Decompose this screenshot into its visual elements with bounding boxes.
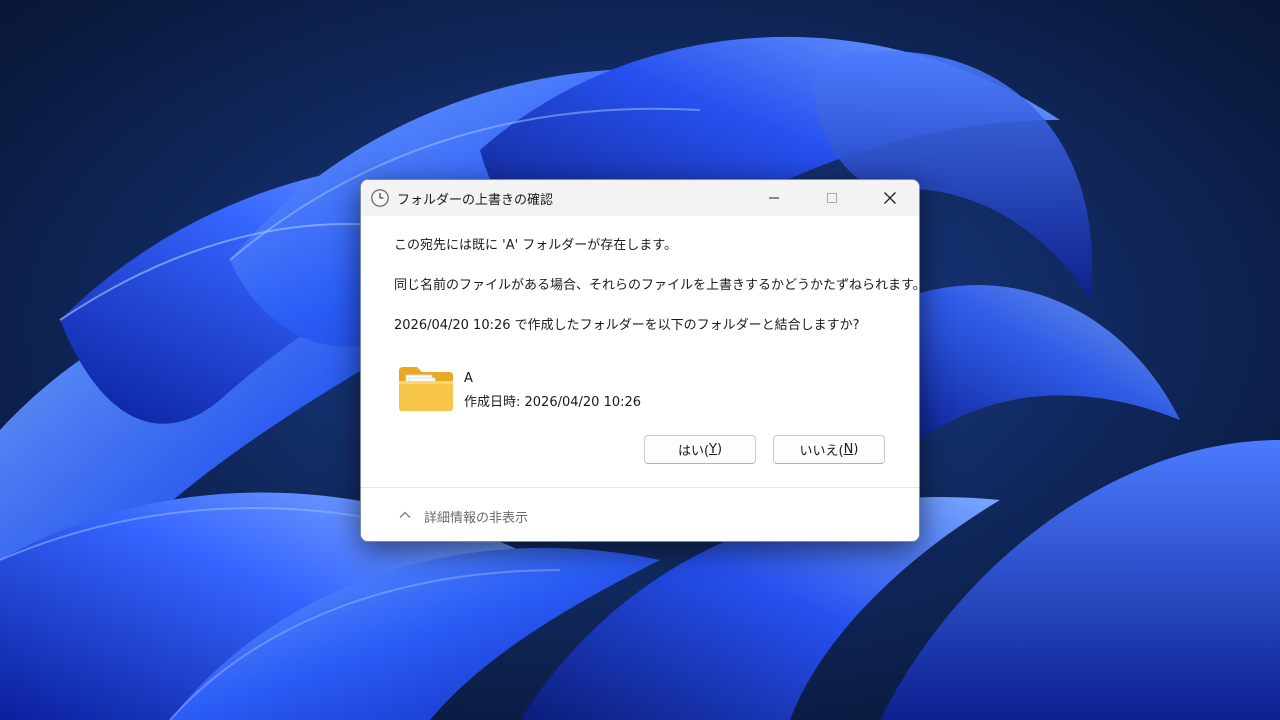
folder-created-date: 作成日時: 2026/04/20 10:26 bbox=[464, 395, 642, 410]
folder-overwrite-dialog: フォルダーの上書きの確認 この宛先には既に 'A' フォルダーが存在します。 同… bbox=[360, 179, 920, 542]
minimize-icon bbox=[769, 197, 779, 199]
details-toggle-label: 詳細情報の非表示 bbox=[424, 511, 529, 526]
maximize-button[interactable] bbox=[803, 180, 861, 216]
minimize-button[interactable] bbox=[745, 180, 803, 216]
yes-button-accesskey: Y bbox=[709, 442, 717, 457]
dialog-title: フォルダーの上書きの確認 bbox=[397, 193, 554, 208]
yes-button[interactable]: はい(Y) bbox=[644, 435, 756, 464]
clock-icon bbox=[371, 189, 389, 207]
details-toggle[interactable]: 詳細情報の非表示 bbox=[361, 487, 919, 541]
yes-button-label-end: ) bbox=[716, 442, 723, 457]
chevron-up-icon bbox=[399, 511, 411, 518]
title-bar[interactable]: フォルダーの上書きの確認 bbox=[361, 180, 919, 216]
close-icon bbox=[884, 192, 896, 204]
dialog-content: この宛先には既に 'A' フォルダーが存在します。 同じ名前のファイルがある場合… bbox=[361, 216, 919, 488]
message-existing-folder: この宛先には既に 'A' フォルダーが存在します。 bbox=[394, 238, 678, 253]
yes-button-label: はい( bbox=[677, 444, 710, 459]
no-button-label-end: ) bbox=[853, 442, 859, 457]
folder-icon bbox=[399, 367, 453, 411]
no-button-accesskey: N bbox=[843, 442, 854, 457]
folder-name: A bbox=[464, 371, 473, 386]
no-button-label: いいえ( bbox=[799, 444, 844, 459]
no-button[interactable]: いいえ(N) bbox=[773, 435, 885, 464]
maximize-icon bbox=[827, 193, 837, 203]
close-button[interactable] bbox=[861, 180, 919, 216]
message-overwrite-files: 同じ名前のファイルがある場合、それらのファイルを上書きするかどうかたずねられます… bbox=[394, 278, 920, 293]
message-merge-question: 2026/04/20 10:26 で作成したフォルダーを以下のフォルダーと結合し… bbox=[394, 318, 860, 333]
